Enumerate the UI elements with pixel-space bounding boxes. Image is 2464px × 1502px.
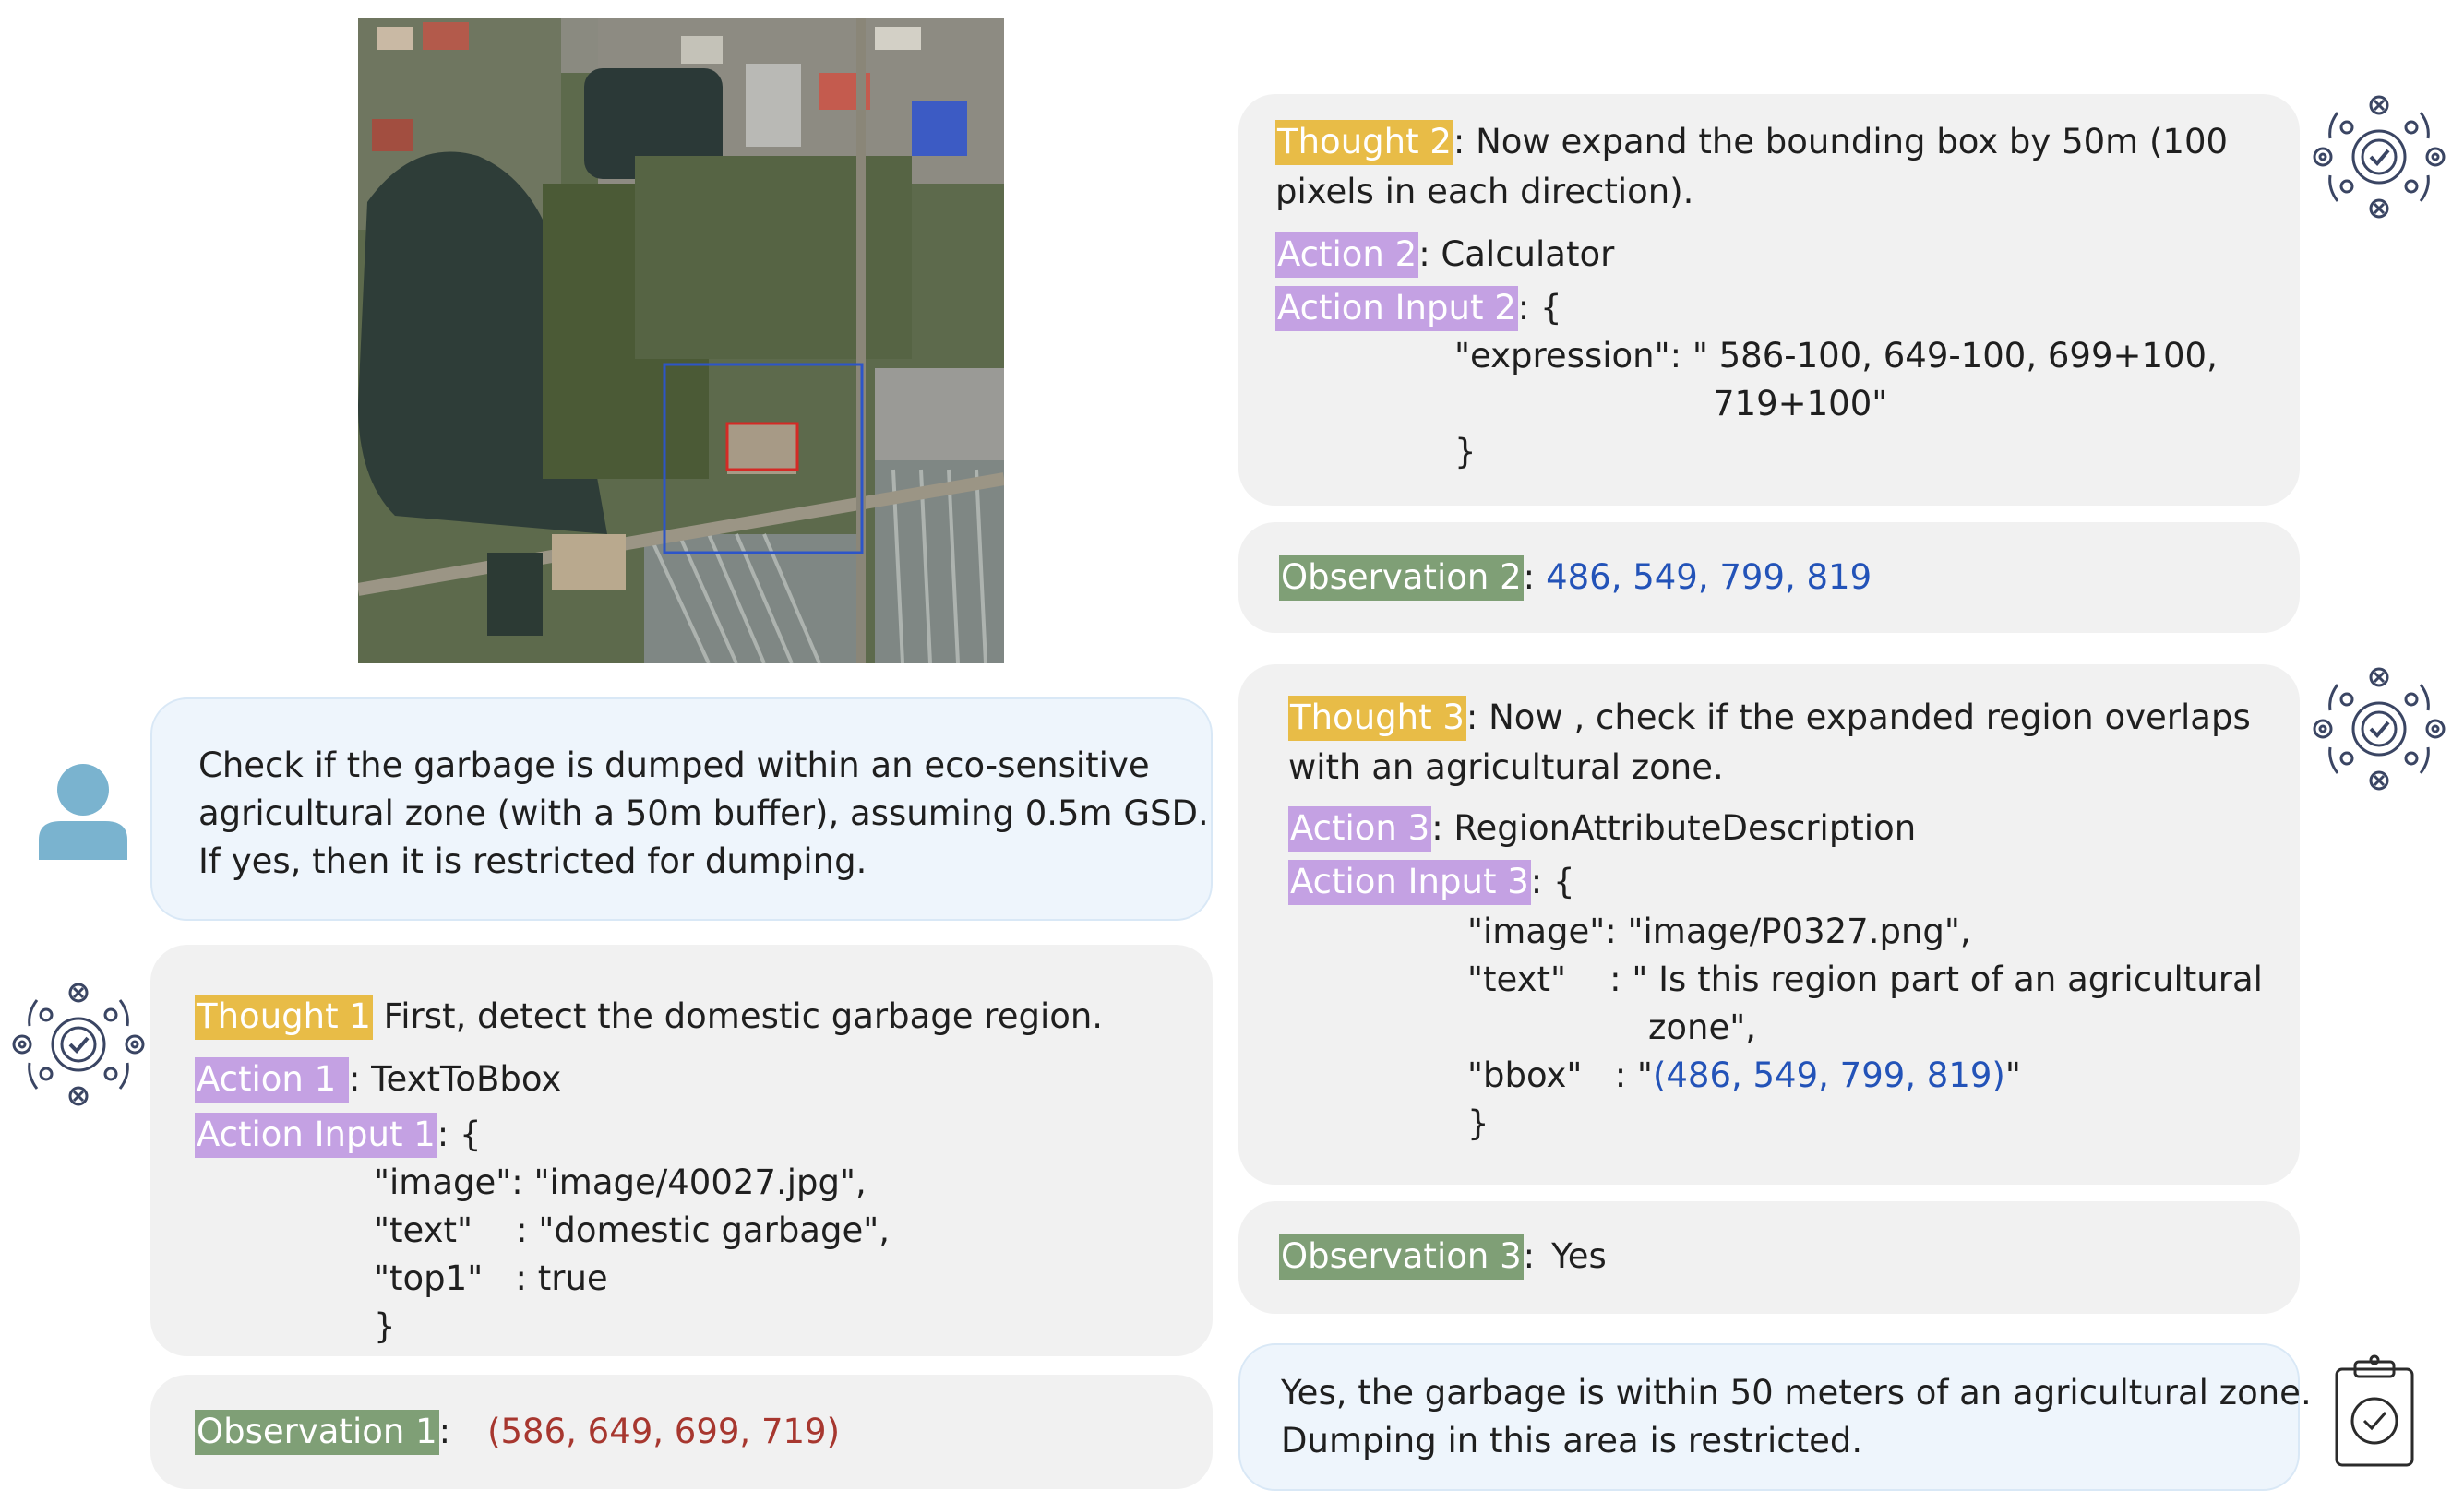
action-input3-arg2: "text" : " Is this region part of an agr… [1467,960,2263,999]
action-input1-line: Action Input 1: { [195,1111,482,1159]
thought2-line2: pixels in each direction). [1275,172,1694,211]
observation2-line: Observation 2: 486, 549, 799, 819 [1279,554,1872,602]
action-input1-arg1: "image": "image/40027.jpg", [374,1162,867,1202]
action-input2-close: } [1454,432,1477,471]
observation2-bubble: Observation 2: 486, 549, 799, 819 [1238,522,2300,633]
gear-check-icon [2310,664,2448,793]
observation3-line: Observation 3: Yes [1279,1233,1607,1281]
gear-check-icon [2310,92,2448,221]
action-input3-arg3-post: " [2004,1055,2021,1095]
satellite-image [356,18,1006,664]
final-answer-bubble: Yes, the garbage is within 50 meters of … [1238,1343,2312,1491]
action2-text: : Calculator [1418,234,1615,274]
observation1-tag: Observation 1 [195,1410,439,1455]
action-input2-arg1: "expression": " 586-100, 649-100, 699+10… [1454,336,2218,376]
action-input3-tag: Action Input 3 [1288,860,1531,905]
thought3-line2: with an agricultural zone. [1288,747,1724,787]
action-input1-close: } [374,1306,396,1346]
action-input1-arg3: "top1" : true [374,1258,608,1298]
action-input3-arg3: "bbox" : "(486, 549, 799, 819)" [1467,1052,2021,1100]
action-input2-arg1b: 719+100" [1713,384,1888,423]
action1-text: : TextToBbox [348,1059,562,1099]
thought1-tag: Thought 1 [195,995,373,1040]
query-line-2: agricultural zone (with a 50m buffer), a… [198,793,1209,833]
action-input3-arg3-value: (486, 549, 799, 819) [1652,1055,2005,1095]
action-input2-open: : { [1517,288,1562,328]
observation1-bubble: Observation 1: (586, 649, 699, 719) [150,1375,1213,1489]
thought2-tag: Thought 2 [1275,120,1453,165]
query-line-3: If yes, then it is restricted for dumpin… [198,841,867,881]
answer-line-2: Dumping in this area is restricted. [1281,1421,1863,1460]
action-input1-arg2: "text" : "domestic garbage", [374,1210,891,1250]
action-input2-tag: Action Input 2 [1275,286,1518,331]
query-line-1: Check if the garbage is dumped within an… [198,745,1150,785]
clipboard-check-icon [2333,1354,2416,1469]
observation3-tag: Observation 3 [1279,1234,1524,1280]
action-input1-tag: Action Input 1 [195,1113,437,1158]
thought1-text: First, detect the domestic garbage regio… [372,996,1104,1036]
action2-line: Action 2: Calculator [1275,231,1614,279]
thought2-text1: : Now expand the bounding box by 50m (10… [1453,122,2229,161]
action2-tag: Action 2 [1275,232,1419,278]
step3-bubble: Thought 3: Now , check if the expanded r… [1238,664,2300,1185]
action-input2-line: Action Input 2: { [1275,284,1562,332]
action1-line: Action 1 : TextToBbox [195,1055,561,1103]
thought1-line: Thought 1 First, detect the domestic gar… [195,993,1103,1041]
action3-line: Action 3: RegionAttributeDescription [1288,805,1916,852]
thought3-text1: : Now , check if the expanded region ove… [1465,697,2251,737]
observation3-value: Yes [1551,1236,1607,1276]
observation2-value: 486, 549, 799, 819 [1546,557,1872,597]
observation3-sep: : [1523,1236,1536,1276]
thought3-tag: Thought 3 [1288,696,1466,741]
action-input3-open: : { [1530,862,1575,901]
step2-bubble: Thought 2: Now expand the bounding box b… [1238,94,2300,506]
user-query-bubble: Check if the garbage is dumped within an… [150,697,1213,921]
action1-tag: Action 1 [195,1057,349,1103]
action-input3-line: Action Input 3: { [1288,858,1575,906]
answer-line-1: Yes, the garbage is within 50 meters of … [1281,1373,2312,1413]
observation1-sep: : [438,1412,451,1451]
step1-bubble: Thought 1 First, detect the domestic gar… [150,945,1213,1356]
observation2-tag: Observation 2 [1279,555,1524,601]
thought2-line1: Thought 2: Now expand the bounding box b… [1275,118,2228,166]
observation1-value: (586, 649, 699, 719) [487,1412,841,1451]
action-input3-arg2b: zone", [1648,1007,1757,1047]
thought3-line1: Thought 3: Now , check if the expanded r… [1288,694,2251,742]
gear-check-icon [9,980,148,1109]
user-icon [37,762,129,860]
action-input3-arg1: "image": "image/P0327.png", [1467,912,1971,951]
action-input1-open: : { [437,1115,482,1154]
observation2-sep: : [1523,557,1536,597]
action3-text: : RegionAttributeDescription [1431,808,1917,848]
observation1-line: Observation 1: (586, 649, 699, 719) [195,1408,840,1456]
action-input3-arg3-pre: "bbox" : " [1467,1055,1653,1095]
action-input3-close: } [1467,1103,1489,1143]
action3-tag: Action 3 [1288,806,1432,852]
observation3-bubble: Observation 3: Yes [1238,1201,2300,1314]
